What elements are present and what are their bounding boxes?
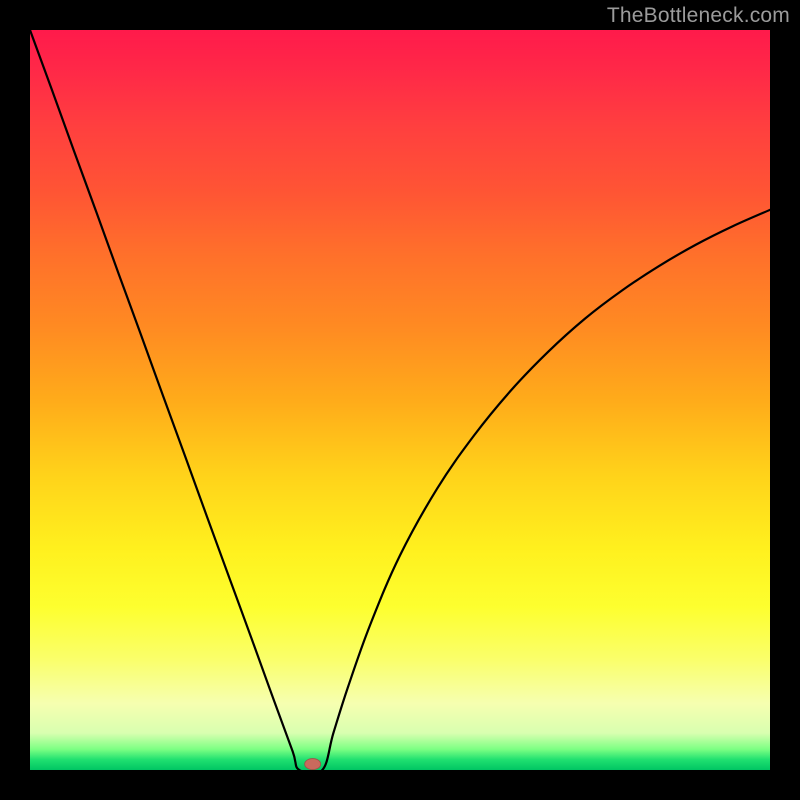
chart-frame: TheBottleneck.com: [0, 0, 800, 800]
bottleneck-curve: [30, 30, 770, 770]
minimum-marker: [305, 759, 321, 770]
curve-layer: [30, 30, 770, 770]
plot-area: [30, 30, 770, 770]
watermark-text: TheBottleneck.com: [607, 4, 790, 28]
